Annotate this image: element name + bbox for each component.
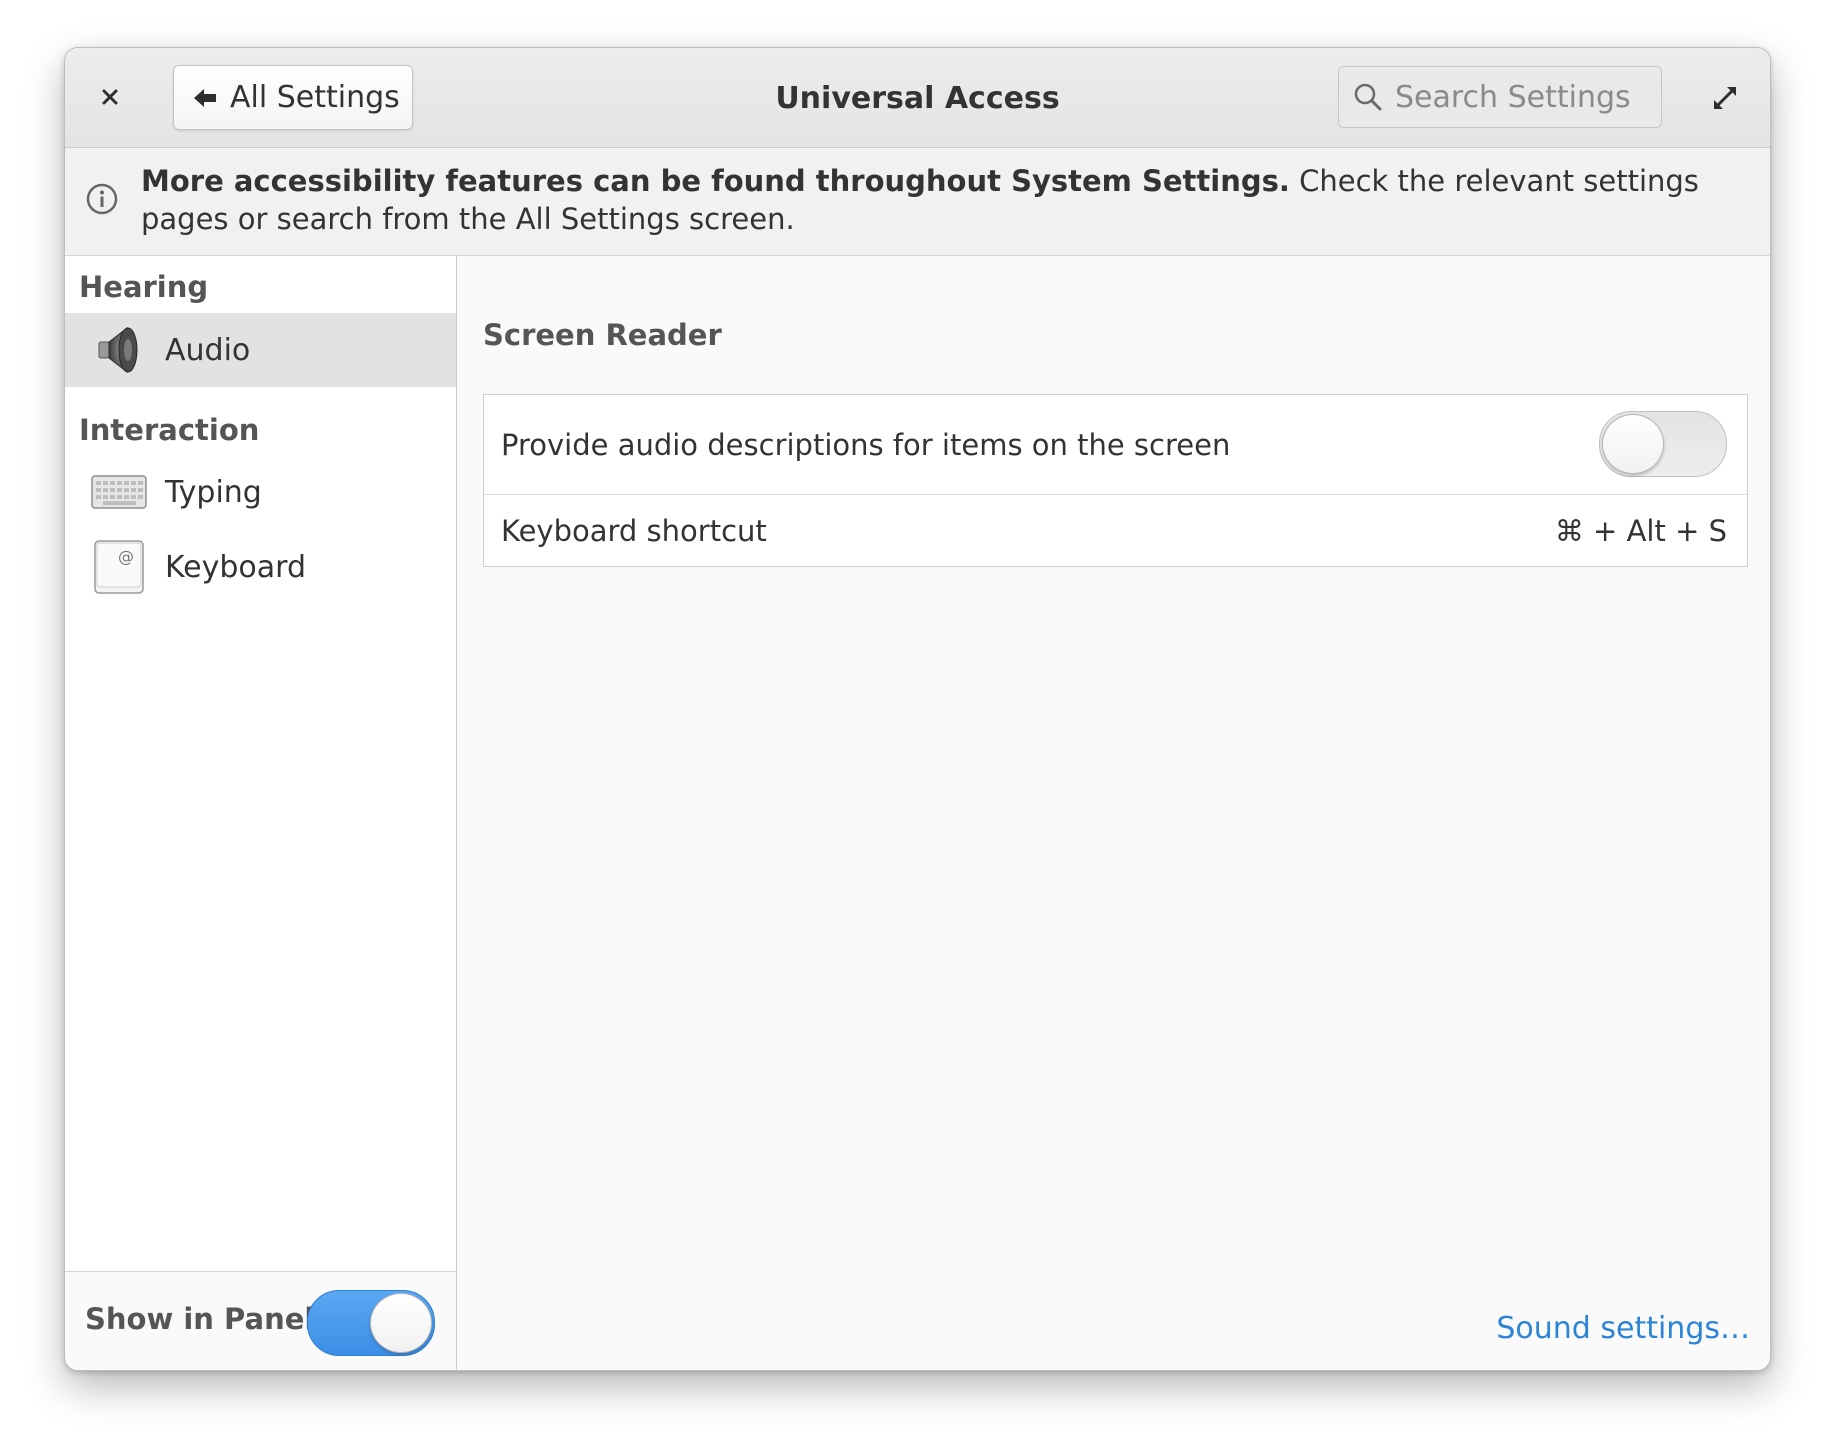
keyboard-typing-icon — [91, 464, 147, 520]
maximize-icon — [1714, 87, 1736, 109]
screen-reader-heading: Screen Reader — [483, 318, 722, 352]
arrow-left-icon — [194, 88, 216, 107]
maximize-button[interactable] — [1705, 78, 1745, 118]
keyboard-shortcut-label: Keyboard shortcut — [501, 514, 767, 548]
sidebar-item-label: Audio — [165, 332, 251, 368]
info-icon — [86, 183, 118, 215]
svg-text:@: @ — [118, 547, 134, 566]
close-button[interactable] — [87, 74, 133, 120]
close-icon — [102, 89, 118, 105]
search-input[interactable] — [1393, 78, 1643, 116]
header-bar: All Settings Universal Access — [65, 48, 1770, 148]
info-message: More accessibility features can be found… — [141, 162, 1741, 238]
switch-knob — [370, 1293, 432, 1353]
all-settings-back-button[interactable]: All Settings — [173, 65, 413, 130]
sidebar-section-interaction: Interaction — [79, 413, 260, 447]
sidebar-section-hearing: Hearing — [79, 270, 209, 304]
show-in-panel-label: Show in Panel — [85, 1302, 315, 1336]
sidebar-item-typing[interactable]: Typing — [65, 455, 456, 529]
keyboard-shortcut-row: Keyboard shortcut ⌘ + Alt + S — [484, 495, 1747, 567]
sidebar-item-keyboard[interactable]: @ Keyboard — [65, 530, 456, 604]
switch-knob — [1602, 414, 1664, 474]
sound-settings-link[interactable]: Sound settings… — [1496, 1311, 1750, 1346]
info-bar: More accessibility features can be found… — [65, 148, 1770, 256]
search-icon — [1354, 83, 1382, 111]
main-content: Screen Reader Provide audio descriptions… — [457, 256, 1770, 1370]
sidebar-item-label: Typing — [165, 474, 262, 510]
audio-descriptions-switch[interactable] — [1599, 411, 1727, 477]
screen-reader-settings: Provide audio descriptions for items on … — [483, 394, 1748, 567]
info-message-bold: More accessibility features can be found… — [141, 164, 1290, 198]
sidebar-item-label: Keyboard — [165, 549, 307, 585]
audio-descriptions-row: Provide audio descriptions for items on … — [484, 395, 1747, 495]
audio-descriptions-label: Provide audio descriptions for items on … — [501, 427, 1231, 462]
sidebar-footer: Show in Panel — [65, 1271, 456, 1370]
back-button-label: All Settings — [230, 80, 400, 115]
settings-window: All Settings Universal Access More acces… — [64, 47, 1771, 1371]
sidebar: Hearing Audio Interaction Typing @ Keybo… — [65, 256, 457, 1370]
search-field[interactable] — [1338, 66, 1662, 128]
keyboard-shortcut-value[interactable]: ⌘ + Alt + S — [1555, 514, 1727, 548]
sidebar-item-audio[interactable]: Audio — [65, 313, 456, 387]
show-in-panel-switch[interactable] — [307, 1290, 435, 1356]
speaker-icon — [91, 322, 147, 378]
keyboard-at-icon: @ — [91, 539, 147, 595]
